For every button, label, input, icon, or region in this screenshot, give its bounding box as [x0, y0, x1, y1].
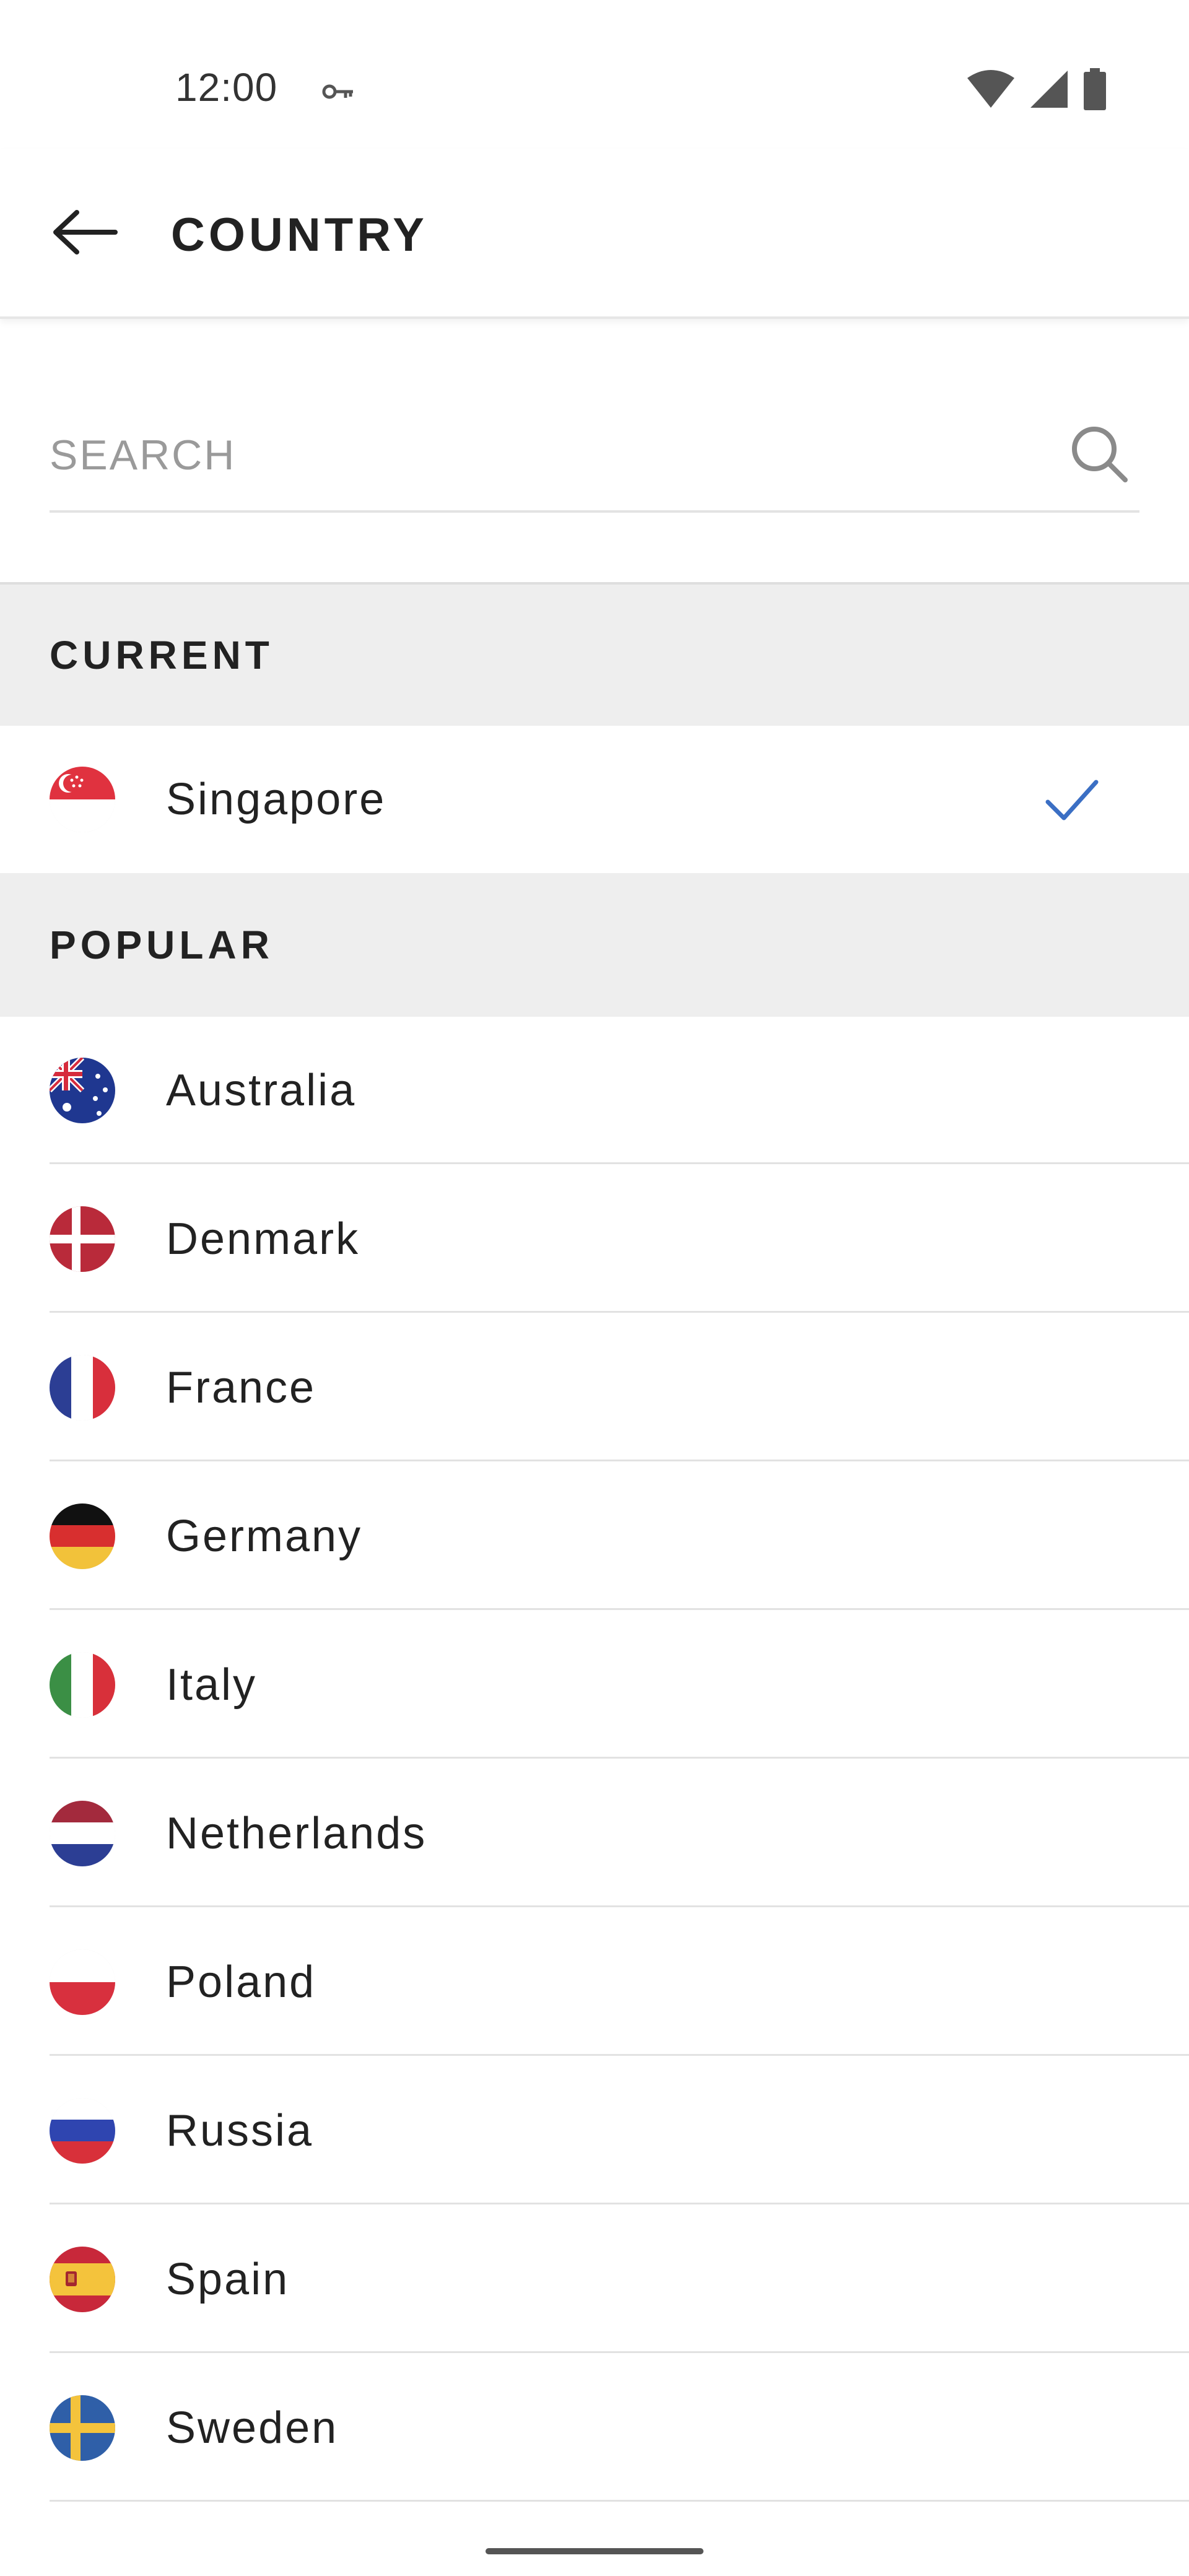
search-icon — [1072, 427, 1128, 482]
battery-icon — [1084, 68, 1106, 110]
country-name: Denmark — [166, 1214, 360, 1264]
country-name: Netherlands — [166, 1809, 427, 1858]
home-indicator[interactable] — [486, 2548, 703, 2554]
search-input[interactable] — [50, 427, 1040, 483]
country-row-germany[interactable]: Germany — [0, 1463, 1189, 1610]
denmark-flag-icon — [50, 1206, 115, 1272]
italy-flag-icon — [50, 1652, 115, 1718]
spain-flag-icon — [50, 2247, 115, 2312]
singapore-flag-icon — [50, 767, 115, 832]
country-name: Italy — [166, 1660, 258, 1710]
germany-flag-icon — [50, 1503, 115, 1569]
country-row-russia[interactable]: Russia — [0, 2057, 1189, 2204]
section-header-current: CURRENT — [0, 582, 1189, 726]
country-name: Germany — [166, 1512, 363, 1561]
russia-flag-icon — [50, 2098, 115, 2164]
search-bar — [50, 402, 1139, 513]
section-label: POPULAR — [50, 923, 274, 967]
row-divider — [50, 1162, 1189, 1164]
country-row-france[interactable]: France — [0, 1314, 1189, 1461]
country-name: Australia — [166, 1066, 357, 1115]
row-divider — [50, 1608, 1189, 1610]
row-divider — [50, 2351, 1189, 2353]
status-time: 12:00 — [175, 65, 278, 110]
row-divider — [50, 2054, 1189, 2056]
wifi-icon — [967, 70, 1014, 108]
country-row-poland[interactable]: Poland — [0, 1908, 1189, 2056]
status-bar: 12:00 — [0, 0, 1189, 124]
country-row-sweden[interactable]: Sweden — [0, 2354, 1189, 2502]
section-header-popular: POPULAR — [0, 873, 1189, 1017]
france-flag-icon — [50, 1355, 115, 1421]
poland-flag-icon — [50, 1949, 115, 2015]
page-title: COUNTRY — [171, 209, 428, 261]
arrow-left-icon — [53, 210, 118, 255]
country-name: France — [166, 1363, 316, 1412]
country-name: Russia — [166, 2106, 314, 2156]
sweden-flag-icon — [50, 2395, 115, 2461]
australia-flag-icon — [50, 1058, 115, 1123]
app-header: COUNTRY — [0, 149, 1189, 319]
country-row-australia[interactable]: Australia — [0, 1017, 1189, 1164]
row-divider — [50, 2203, 1189, 2204]
country-row-singapore[interactable]: Singapore — [0, 726, 1189, 873]
row-divider — [50, 1460, 1189, 1461]
row-divider — [50, 1757, 1189, 1759]
country-row-denmark[interactable]: Denmark — [0, 1165, 1189, 1313]
check-icon — [1045, 780, 1099, 820]
back-button[interactable] — [45, 198, 125, 266]
row-divider — [50, 1905, 1189, 1907]
country-name: Spain — [166, 2255, 290, 2304]
country-row-netherlands[interactable]: Netherlands — [0, 1760, 1189, 1907]
netherlands-flag-icon — [50, 1801, 115, 1866]
country-row-spain[interactable]: Spain — [0, 2206, 1189, 2353]
cell-signal-icon — [1030, 71, 1068, 108]
vpn-key-icon — [322, 84, 353, 99]
search-button[interactable] — [1065, 420, 1133, 488]
row-divider — [50, 1311, 1189, 1313]
country-row-italy[interactable]: Italy — [0, 1611, 1189, 1759]
country-name: Sweden — [166, 2403, 339, 2453]
country-name: Poland — [166, 1957, 316, 2007]
section-label: CURRENT — [50, 633, 274, 677]
country-name: Singapore — [166, 775, 386, 824]
row-divider — [50, 2500, 1189, 2502]
